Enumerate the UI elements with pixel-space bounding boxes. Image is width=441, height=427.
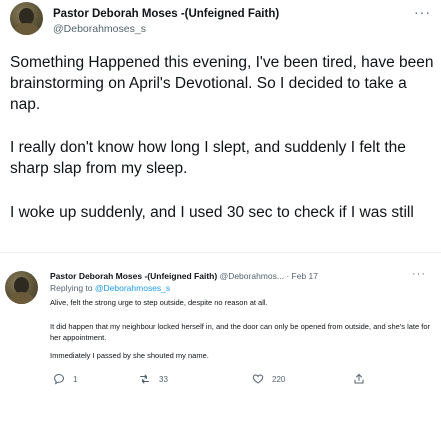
share-button[interactable] — [353, 373, 365, 385]
share-icon — [354, 373, 364, 384]
divider — [0, 252, 441, 253]
tweet-thread: Pastor Deborah Moses -(Unfeigned Faith) … — [0, 0, 441, 427]
replying-to-prefix: Replying to — [50, 283, 93, 293]
comment-icon — [53, 373, 65, 385]
replying-to-link[interactable]: @Deborahmoses_s — [95, 283, 170, 293]
reply-button[interactable]: 1 — [53, 373, 77, 385]
retweet-button[interactable]: 33 — [138, 373, 168, 385]
reply-separator: · — [286, 271, 290, 281]
reply-date[interactable]: Feb 17 — [292, 271, 318, 281]
like-button[interactable]: 220 — [252, 373, 285, 385]
tweet-paragraph-3: I woke up suddenly, and I used 30 sec to… — [10, 204, 414, 221]
more-options-icon[interactable]: ··· — [414, 4, 431, 20]
reply-action-bar: 1 33 220 — [0, 373, 441, 393]
heart-icon — [252, 374, 264, 384]
reply-paragraph-3: Immediately I passed by she shouted my n… — [50, 351, 209, 360]
author-name[interactable]: Pastor Deborah Moses -(Unfeigned Faith) — [53, 8, 279, 20]
reply-author-handle[interactable]: @Deborahmos... — [220, 271, 284, 281]
like-count: 220 — [272, 374, 286, 384]
author-avatar[interactable] — [10, 2, 43, 35]
replying-to: Replying to @Deborahmoses_s — [50, 283, 170, 293]
reply-author-avatar[interactable] — [5, 271, 38, 304]
reply-count: 1 — [73, 374, 78, 384]
reply-header: Pastor Deborah Moses -(Unfeigned Faith) … — [50, 271, 410, 281]
author-handle[interactable]: @Deborahmoses_s — [53, 23, 146, 35]
reply-paragraph-2: It did happen that my neighbour locked h… — [50, 322, 431, 342]
avatar-body — [9, 292, 34, 304]
avatar-body — [14, 23, 39, 35]
reply-author-name[interactable]: Pastor Deborah Moses -(Unfeigned Faith) — [50, 271, 217, 281]
tweet-paragraph-2: I really don't know how long I slept, an… — [10, 139, 406, 177]
reply-more-options-icon[interactable]: ··· — [412, 268, 426, 280]
tweet-paragraph-1: Something Happened this evening, I've be… — [10, 54, 434, 113]
retweet-icon — [140, 374, 149, 384]
reply-paragraph-1: Alive, felt the strong urge to step outs… — [50, 298, 268, 307]
retweet-count: 33 — [159, 374, 168, 384]
